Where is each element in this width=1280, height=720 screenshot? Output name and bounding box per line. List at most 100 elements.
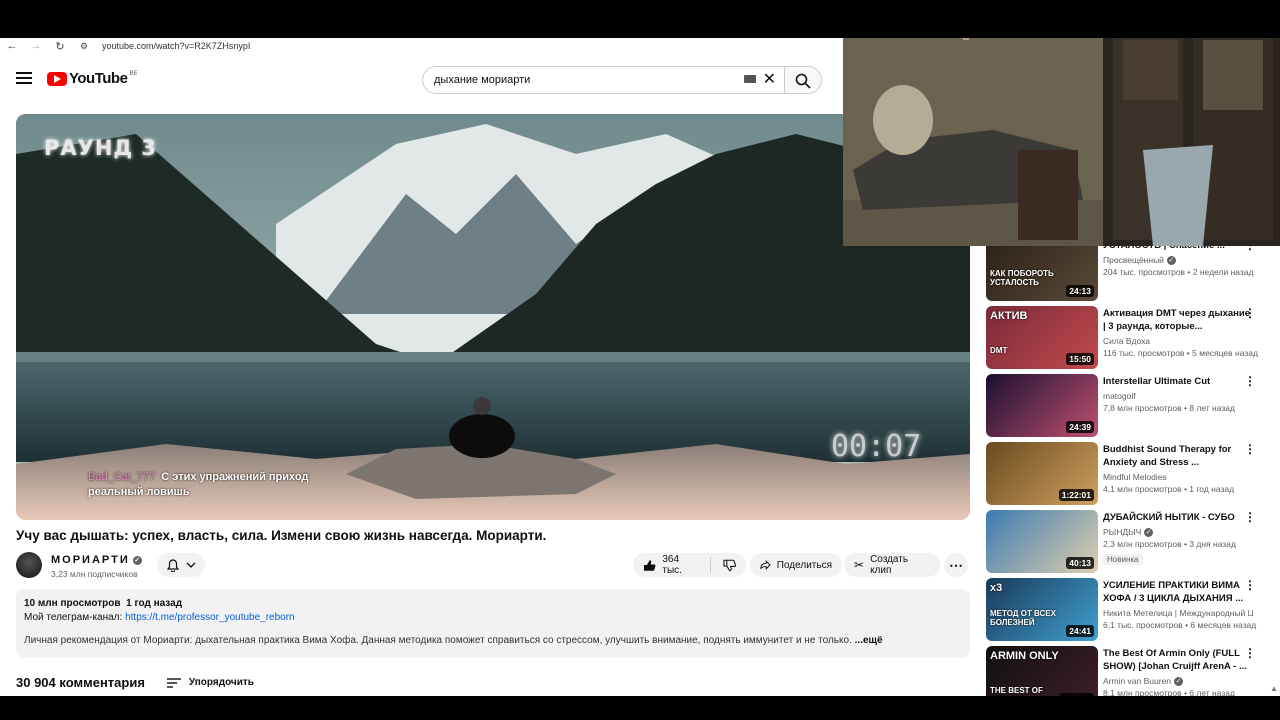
- clear-search-icon[interactable]: ✕: [763, 71, 776, 89]
- telegram-link[interactable]: https://t.me/professor_youtube_reborn: [125, 612, 295, 623]
- comments-header: 30 904 комментария Упорядочить: [16, 675, 254, 690]
- telegram-line: Мой телеграм-канал: https://t.me/profess…: [24, 611, 962, 625]
- recommendation-thumbnail[interactable]: 40:13: [986, 510, 1098, 573]
- recommendation-item[interactable]: 40:13 ДУБАЙСКИЙ НЫТИК - СУБО РЫНДЫЧ ✓ 2,3 мл…: [986, 510, 1280, 573]
- channel-name[interactable]: МОРИАРТИ ✓: [51, 554, 142, 566]
- share-label: Поделиться: [776, 559, 832, 571]
- verified-icon: ✓: [1166, 256, 1176, 265]
- recommendation-item[interactable]: 24:39 Interstellar Ultimate Cut matogolf 7,…: [986, 374, 1280, 437]
- video-title: Учу вас дышать: успех, власть, сила. Изм…: [16, 528, 547, 543]
- recommendation-item[interactable]: THE BEST OFARMIN ONLY3:15:59The Best Of …: [986, 646, 1280, 696]
- create-clip-button[interactable]: ✂ Создать клип: [844, 553, 940, 577]
- recommendation-title[interactable]: The Best Of Armin Only (FULL SHOW) [Joha…: [1103, 647, 1253, 673]
- address-bar[interactable]: youtube.com/watch?v=R2K7ZHsnypI: [102, 41, 250, 51]
- verified-icon: ✓: [1144, 528, 1154, 537]
- recommendation-channel[interactable]: matogolf: [1103, 391, 1253, 401]
- thumbnail-text: DMT: [990, 346, 1008, 355]
- channel-avatar[interactable]: [16, 552, 42, 578]
- share-button[interactable]: Поделиться: [750, 553, 842, 577]
- notifications-button[interactable]: [157, 553, 205, 577]
- recommendation-info: The Best Of Armin Only (FULL SHOW) [Joha…: [1103, 647, 1253, 696]
- youtube-logo[interactable]: YouTube BE: [47, 70, 137, 87]
- search-button[interactable]: [784, 66, 822, 94]
- forward-icon[interactable]: →: [24, 40, 48, 52]
- recommendation-stats: 116 тыс. просмотров • 5 месяцев назад: [1103, 348, 1258, 358]
- like-dislike-group: 364 тыс.: [633, 553, 746, 577]
- description-box[interactable]: 10 млн просмотров 1 год назад Мой телегр…: [16, 589, 970, 658]
- recommendation-title[interactable]: ДУБАЙСКИЙ НЫТИК - СУБО: [1103, 511, 1253, 524]
- chevron-down-icon: [186, 562, 195, 568]
- recommendation-channel[interactable]: Никита Метелица | Международный Ц...: [1103, 608, 1253, 618]
- recommendation-item[interactable]: 1:22:01 Buddhist Sound Therapy for Anxiet…: [986, 442, 1280, 505]
- recommendation-info: Buddhist Sound Therapy for Anxiety and S…: [1103, 443, 1253, 494]
- recommendation-item[interactable]: КАК ПОБОРОТЬ УСТАЛОСТЬ24:13УСТАЛОСТЬ | С…: [986, 238, 1280, 301]
- more-options-icon[interactable]: ⋮: [1244, 374, 1256, 388]
- thumbnail-text: THE BEST OF: [990, 686, 1043, 695]
- description-body: Личная рекомендация от Мориарти: дыхател…: [24, 635, 852, 646]
- more-actions-button[interactable]: ⋯: [944, 553, 968, 577]
- site-settings-icon[interactable]: ⚙: [72, 41, 96, 52]
- round-overlay-title: РАУНД 3: [44, 136, 158, 160]
- scroll-down-arrow[interactable]: ▲: [1270, 684, 1278, 693]
- recommendation-channel[interactable]: Просвещённый ✓: [1103, 255, 1253, 265]
- verified-icon: ✓: [132, 556, 142, 565]
- recommendation-thumbnail[interactable]: КАК ПОБОРОТЬ УСТАЛОСТЬ 24:13: [986, 238, 1098, 301]
- recommendation-channel-name: Сила Вдоха: [1103, 336, 1150, 346]
- sort-button[interactable]: Упорядочить: [166, 677, 254, 688]
- recommendation-thumbnail[interactable]: THE BEST OFARMIN ONLY3:15:59: [986, 646, 1098, 696]
- recommendation-stats: 6,1 тыс. просмотров • 6 месяцев назад: [1103, 620, 1257, 630]
- like-count[interactable]: 364 тыс.: [662, 554, 699, 576]
- thumbnail-text-secondary: ARMIN ONLY: [990, 650, 1059, 662]
- thumbnail-text-secondary: АКТИВ: [990, 310, 1028, 322]
- youtube-play-icon: [47, 71, 67, 86]
- recommendation-thumbnail[interactable]: 1:22:01: [986, 442, 1098, 505]
- recommendation-thumbnail[interactable]: DMT АКТИВ 15:50: [986, 306, 1098, 369]
- keyboard-icon[interactable]: [744, 75, 756, 83]
- recommendation-channel[interactable]: Armin van Buuren ✓: [1103, 676, 1253, 686]
- recommendation-stats: 8,1 млн просмотров • 6 лет назад: [1103, 688, 1235, 696]
- like-divider: [709, 557, 711, 573]
- more-dots-icon: ⋯: [949, 556, 963, 573]
- recommendation-thumbnail[interactable]: 24:39: [986, 374, 1098, 437]
- menu-icon[interactable]: [16, 72, 32, 84]
- chat-nick: Bad_Cat_777: [88, 471, 156, 483]
- search-input[interactable]: дыхание мориарти ✕: [422, 66, 784, 94]
- recommendation-title[interactable]: Interstellar Ultimate Cut: [1103, 375, 1253, 388]
- recommendation-thumbnail[interactable]: МЕТОД ОТ ВСЕХ БОЛЕЗНЕЙ x3 24:41: [986, 578, 1098, 641]
- thumbnail-text-secondary: x3: [990, 582, 1003, 594]
- screen-bottom-border: [0, 696, 1280, 720]
- share-icon: [760, 560, 771, 570]
- channel-name-text: МОРИАРТИ: [51, 554, 130, 566]
- recommendation-channel[interactable]: Сила Вдоха: [1103, 336, 1253, 346]
- more-options-icon[interactable]: ⋮: [1244, 442, 1256, 456]
- recommendation-stats: 2,3 млн просмотров • 3 дня назад: [1103, 539, 1236, 549]
- country-code: BE: [129, 70, 138, 77]
- sort-label: Упорядочить: [188, 677, 254, 688]
- recommendation-channel[interactable]: Mindful Melodies: [1103, 472, 1253, 482]
- subscriber-count: 3,23 млн подписчиков: [51, 569, 138, 579]
- recommendation-title[interactable]: Активация DMT через дыхание | 3 раунда, …: [1103, 307, 1253, 333]
- more-options-icon[interactable]: ⋮: [1244, 306, 1256, 320]
- recommendation-channel[interactable]: РЫНДЫЧ ✓: [1103, 527, 1253, 537]
- more-options-icon[interactable]: ⋮: [1244, 510, 1256, 524]
- video-duration: 15:50: [1066, 353, 1094, 365]
- recommendation-item[interactable]: DMT АКТИВ 15:50 Активация DMT через дыхание…: [986, 306, 1280, 369]
- dislike-icon[interactable]: [723, 559, 736, 572]
- video-player[interactable]: РАУНД 3 00:07 Bad_Cat_777 С этих упражнен…: [16, 114, 970, 520]
- recommendation-item[interactable]: МЕТОД ОТ ВСЕХ БОЛЕЗНЕЙ x3 24:41 УСИЛЕНИЕ ПР…: [986, 578, 1280, 641]
- recommendations-list: КАК ПОБОРОТЬ УСТАЛОСТЬ24:13УСТАЛОСТЬ | С…: [986, 238, 1280, 696]
- show-more-link[interactable]: ...ещё: [855, 635, 883, 646]
- more-options-icon[interactable]: ⋮: [1244, 578, 1256, 592]
- recommendation-title[interactable]: УСИЛЕНИЕ ПРАКТИКИ ВИМА ХОФА / 3 ЦИКЛА ДЫ…: [1103, 579, 1253, 605]
- more-options-icon[interactable]: ⋮: [1244, 646, 1256, 660]
- chat-overlay: Bad_Cat_777 С этих упражнений приход реал…: [88, 470, 358, 500]
- back-icon[interactable]: ←: [0, 40, 24, 52]
- recommendation-info: УСИЛЕНИЕ ПРАКТИКИ ВИМА ХОФА / 3 ЦИКЛА ДЫ…: [1103, 579, 1257, 630]
- video-duration: 1:22:01: [1058, 489, 1094, 501]
- like-icon[interactable]: [643, 559, 656, 572]
- video-duration: 24:41: [1066, 625, 1094, 637]
- webcam-overlay: [843, 38, 1280, 246]
- recommendation-channel-name: Никита Метелица | Международный Ц...: [1103, 608, 1253, 618]
- recommendation-title[interactable]: Buddhist Sound Therapy for Anxiety and S…: [1103, 443, 1253, 469]
- reload-icon[interactable]: ↻: [48, 40, 72, 53]
